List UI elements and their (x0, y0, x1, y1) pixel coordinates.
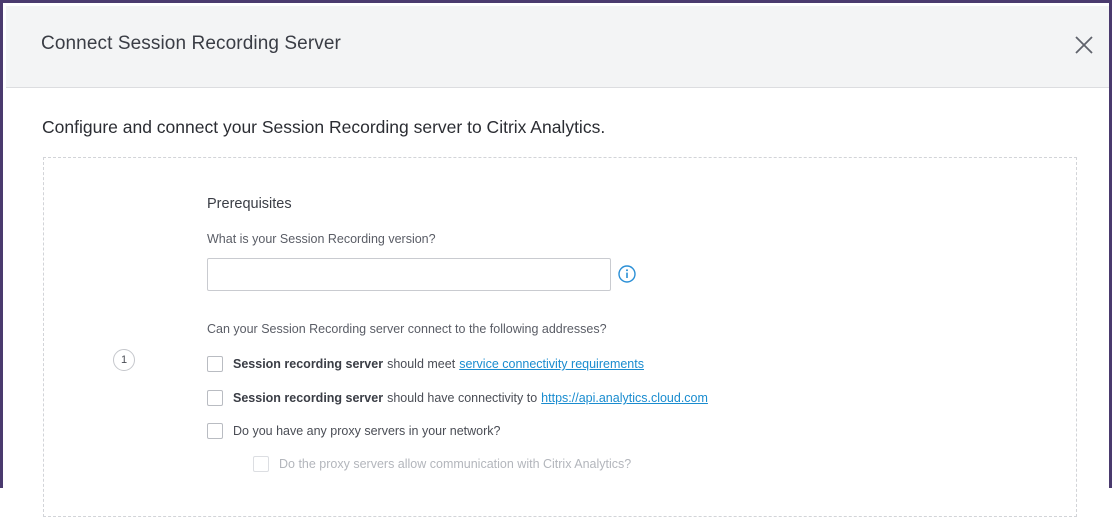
check-text: Do you have any proxy servers in your ne… (233, 424, 501, 438)
check-bold-label: Session recording server (233, 391, 384, 405)
api-analytics-link[interactable]: https://api.analytics.cloud.com (541, 391, 708, 405)
info-icon (618, 265, 636, 283)
service-connectivity-link[interactable]: service connectivity requirements (459, 357, 644, 371)
check-text: should meet (387, 357, 456, 371)
close-button[interactable] (1071, 32, 1097, 58)
check-bold-label: Session recording server (233, 357, 384, 371)
info-button[interactable] (617, 264, 637, 284)
version-label: What is your Session Recording version? (207, 232, 436, 246)
modal-title: Connect Session Recording Server (41, 33, 341, 54)
checkbox-api-connectivity[interactable] (207, 390, 223, 406)
intro-text: Configure and connect your Session Recor… (42, 117, 606, 137)
prerequisites-title: Prerequisites (207, 196, 292, 212)
check-row-connectivity-requirements: Session recording server should meet ser… (207, 355, 644, 373)
check-text: should have connectivity to (387, 391, 538, 405)
checkbox-proxy-communication (253, 456, 269, 472)
check-row-proxy-communication: Do the proxy servers allow communication… (253, 455, 631, 473)
modal-dialog: Connect Session Recording Server Configu… (0, 0, 1112, 517)
close-icon (1075, 36, 1093, 54)
checkbox-connectivity-requirements[interactable] (207, 356, 223, 372)
check-row-api-connectivity: Session recording server should have con… (207, 389, 708, 407)
check-row-proxy-servers: Do you have any proxy servers in your ne… (207, 422, 501, 440)
version-input[interactable] (207, 258, 611, 291)
step-number-badge: 1 (113, 349, 135, 371)
check-text-disabled: Do the proxy servers allow communication… (279, 457, 632, 471)
modal-header: Connect Session Recording Server (6, 6, 1109, 88)
checkbox-proxy-servers[interactable] (207, 423, 223, 439)
connectivity-question: Can your Session Recording server connec… (207, 322, 607, 336)
